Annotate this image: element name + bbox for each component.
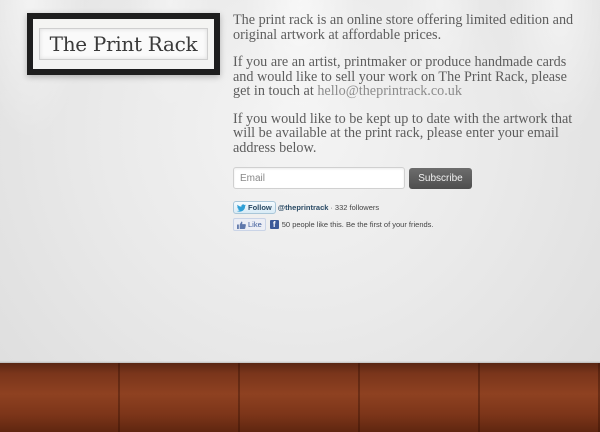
logo-frame[interactable]: The Print Rack xyxy=(27,13,220,75)
twitter-follow-button[interactable]: Follow xyxy=(233,201,276,214)
contact-email-link[interactable]: hello@theprintrack.co.uk xyxy=(317,83,462,99)
email-input[interactable] xyxy=(233,167,405,189)
facebook-like-count: 50 people like this. Be the first of you… xyxy=(281,220,434,229)
intro-paragraph-2: If you are an artist, printmaker or prod… xyxy=(233,55,583,99)
thumbs-up-icon xyxy=(237,220,246,229)
facebook-like-button[interactable]: Like xyxy=(233,218,266,231)
site-logo: The Print Rack xyxy=(39,28,208,60)
twitter-follower-count: 332 followers xyxy=(334,203,380,212)
newsletter-form: Subscribe xyxy=(233,167,472,189)
subscribe-button[interactable]: Subscribe xyxy=(409,167,472,189)
facebook-logo-icon: f xyxy=(269,220,279,229)
facebook-like-label: Like xyxy=(248,220,262,229)
twitter-follow-label: Follow xyxy=(248,203,272,212)
wooden-floor xyxy=(0,363,600,432)
twitter-follow-widget: Follow @theprintrack · 332 followers xyxy=(233,201,379,214)
facebook-like-widget: Like f 50 people like this. Be the first… xyxy=(233,218,434,231)
twitter-separator: · xyxy=(330,203,333,212)
twitter-bird-icon xyxy=(237,203,246,212)
intro-content: The print rack is an online store offeri… xyxy=(233,13,583,168)
intro-paragraph-1: The print rack is an online store offeri… xyxy=(233,12,574,43)
logo-mat: The Print Rack xyxy=(33,19,214,69)
intro-paragraph-3: If you would like to be kept up to date … xyxy=(233,110,573,156)
twitter-handle[interactable]: @theprintrack xyxy=(278,203,329,212)
